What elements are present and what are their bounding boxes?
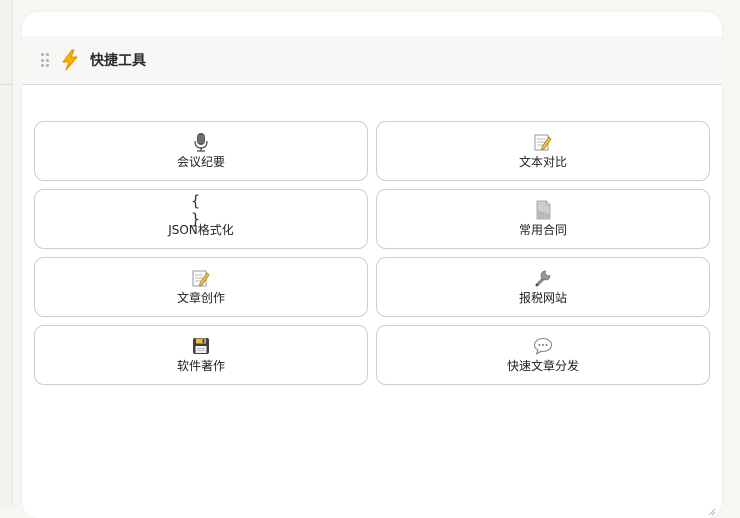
drag-handle-icon[interactable]	[41, 53, 49, 67]
speech-bubble-icon	[533, 336, 553, 356]
tool-button-json-format[interactable]: { } JSON格式化	[34, 189, 368, 249]
microphone-icon	[191, 132, 211, 152]
background-divider	[0, 84, 12, 85]
card-header: 快捷工具	[22, 36, 722, 85]
quick-tools-card: 快捷工具 会议纪要 文本对比 {} JSON格式化 常用合同 文章创作 报税网…	[22, 12, 722, 518]
lightning-icon	[61, 49, 79, 71]
tool-label: 会议纪要	[176, 155, 225, 169]
tool-button-meeting-notes[interactable]: 会议纪要	[34, 121, 368, 181]
tool-button-quick-article-distribution[interactable]: 快速文章分发	[376, 325, 710, 385]
resize-handle-icon[interactable]	[708, 508, 716, 516]
tool-label: JSON格式化	[168, 223, 234, 237]
tool-button-software-copyright[interactable]: 软件著作	[34, 325, 368, 385]
braces-icon: { }	[191, 192, 202, 228]
tool-label: 报税网站	[518, 291, 567, 305]
floppy-disk-icon	[191, 336, 211, 356]
tool-label: 文本对比	[518, 155, 567, 169]
memo-icon	[533, 132, 553, 152]
tool-button-common-contracts[interactable]: 常用合同	[376, 189, 710, 249]
document-icon	[533, 200, 553, 220]
tool-label: 快速文章分发	[506, 359, 579, 373]
tool-button-tax-website[interactable]: 报税网站	[376, 257, 710, 317]
tool-label: 常用合同	[518, 223, 567, 237]
tool-button-text-compare[interactable]: 文本对比	[376, 121, 710, 181]
background-panel	[0, 0, 13, 506]
card-title: 快捷工具	[90, 53, 146, 69]
tools-grid: 会议纪要 文本对比 { } JSON格式化 常用合同 文章创作 报税网站 软件著…	[34, 121, 710, 385]
tool-label: 文章创作	[176, 291, 225, 305]
memo-icon	[191, 268, 211, 288]
wrench-icon	[533, 268, 553, 288]
tool-label: 软件著作	[176, 359, 225, 373]
tool-button-article-writing[interactable]: 文章创作	[34, 257, 368, 317]
